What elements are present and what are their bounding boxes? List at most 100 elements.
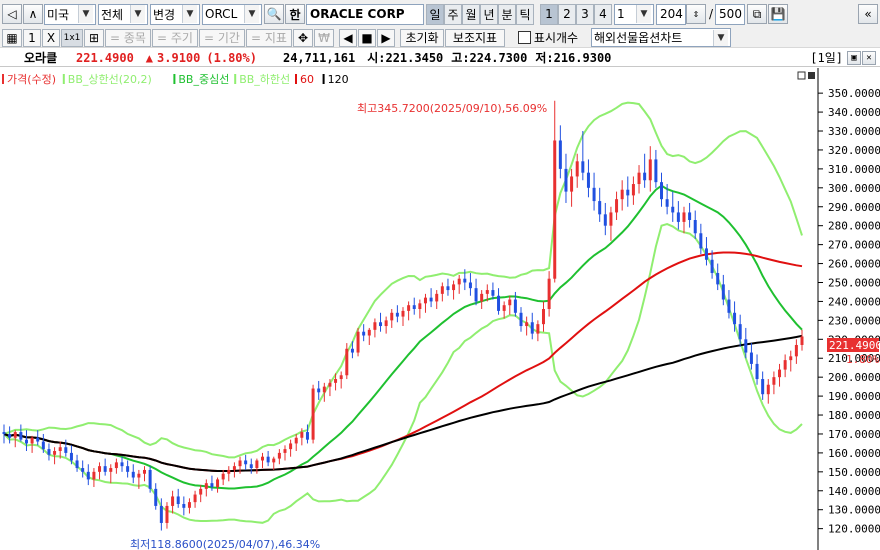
close-icon[interactable]: ✕ xyxy=(862,50,876,65)
candle-body xyxy=(221,473,225,480)
multi-2-button[interactable]: 2 xyxy=(558,3,576,25)
candle-body xyxy=(114,462,118,469)
change-select[interactable]: 변경 ▼ xyxy=(150,3,200,25)
candle-body xyxy=(716,273,720,285)
stop-icon[interactable]: ■ xyxy=(358,28,376,47)
candle-body xyxy=(789,356,793,361)
high-annotation: 최고345.7200(2025/09/10),56.09% xyxy=(357,102,547,115)
candle-body xyxy=(199,488,203,495)
candle-body xyxy=(154,488,158,506)
open-value: 221.3450 xyxy=(385,50,444,65)
up-arrow-icon[interactable]: ∧ xyxy=(23,4,43,24)
interval-select[interactable]: 1 ▼ xyxy=(614,3,654,25)
candle-body xyxy=(536,324,540,334)
overseas-chart-select[interactable]: 해외선물옵션차트 ▼ xyxy=(591,28,731,47)
price-change: 3.9100 xyxy=(157,50,201,65)
period-minute-tab[interactable]: 분 xyxy=(498,3,516,25)
legend-swatch xyxy=(234,74,237,84)
chevron-down-icon: ▼ xyxy=(636,5,651,23)
sync-period-button[interactable]: = 주기 xyxy=(152,28,198,47)
candle-body xyxy=(339,375,343,380)
candle-body xyxy=(261,456,265,461)
y-tick-label: 120.0000 xyxy=(828,523,880,536)
candle-body xyxy=(53,451,57,455)
indicators-button[interactable]: 보조지표 xyxy=(445,28,505,47)
currency-icon[interactable]: ₩ xyxy=(314,28,334,47)
low-value: 216.9300 xyxy=(553,50,612,65)
sync-range-button[interactable]: = 기간 xyxy=(199,28,245,47)
maximize-icon[interactable]: ▣ xyxy=(847,50,861,65)
count-input[interactable]: 204 xyxy=(656,3,686,25)
period-week-tab[interactable]: 주 xyxy=(444,3,462,25)
chevron-down-icon: ▼ xyxy=(78,5,93,23)
candle-body xyxy=(334,379,338,383)
next-icon[interactable]: ▶ xyxy=(377,28,395,47)
y-tick-label: 160.0000 xyxy=(828,447,880,460)
current-price: 221.4900 xyxy=(76,50,134,65)
candle-body xyxy=(513,299,517,313)
price-change-pct: (1.80%) xyxy=(206,50,257,65)
multi-3-button[interactable]: 3 xyxy=(576,3,594,25)
legend-label: BB_상한선(20,2) xyxy=(68,73,152,86)
candle-body xyxy=(676,212,680,222)
layout-x-button[interactable]: X xyxy=(42,28,60,47)
chart-close-icon[interactable] xyxy=(808,72,815,79)
candle-body xyxy=(637,172,641,185)
reset-button[interactable]: 초기화 xyxy=(400,28,444,47)
candle-body xyxy=(249,464,253,469)
candle-body xyxy=(581,161,585,173)
sync-indicator-button[interactable]: = 지표 xyxy=(246,28,292,47)
sync-item-button[interactable]: = 종목 xyxy=(105,28,151,47)
candle-body xyxy=(558,140,562,169)
table-icon[interactable]: ⊞ xyxy=(84,28,104,47)
y-tick-label: 290.0000 xyxy=(828,201,880,214)
search-icon[interactable]: 🔍 xyxy=(264,4,284,24)
y-tick-label: 350.0000 xyxy=(828,87,880,100)
multi-4-button[interactable]: 4 xyxy=(594,3,612,25)
save-icon[interactable]: 💾 xyxy=(768,4,789,24)
multi-1-button[interactable]: 1 xyxy=(540,3,558,25)
period-day-tab[interactable]: 일 xyxy=(426,3,444,25)
candle-body xyxy=(103,466,107,472)
y-tick-label: 310.0000 xyxy=(828,163,880,176)
ticker-input[interactable]: ORCL ▼ xyxy=(202,3,262,25)
candle-body xyxy=(733,312,737,325)
candle-body xyxy=(294,437,298,444)
candle-body xyxy=(547,278,551,309)
candle-body xyxy=(24,439,28,444)
candle-body xyxy=(182,504,186,508)
period-year-tab[interactable]: 년 xyxy=(480,3,498,25)
market-select[interactable]: 미국 ▼ xyxy=(44,3,96,25)
candle-body xyxy=(525,322,529,327)
grid-icon[interactable]: ▦ xyxy=(2,28,22,47)
collapse-icon[interactable]: « xyxy=(858,4,878,24)
count-spinner-icon[interactable]: ⇕ xyxy=(686,4,706,24)
chevron-down-icon: ▼ xyxy=(182,5,197,23)
back-icon[interactable]: ◁ xyxy=(2,4,22,24)
layout-1x1-button[interactable]: 1x1 xyxy=(61,28,83,47)
prev-icon[interactable]: ◀ xyxy=(339,28,357,47)
candle-body xyxy=(800,336,804,345)
layout-1-button[interactable]: 1 xyxy=(23,28,41,47)
y-tick-label: 190.0000 xyxy=(828,390,880,403)
display-count-toggle[interactable]: 표시개수 xyxy=(506,29,590,47)
move-icon[interactable]: ✥ xyxy=(293,28,313,47)
period-month-tab[interactable]: 월 xyxy=(462,3,480,25)
candle-body xyxy=(317,388,321,393)
candle-body xyxy=(36,437,40,442)
y-axis: 350.0000 340.0000 330.0000 320.0000 310.0000… xyxy=(818,87,880,536)
volume: 24,711,161 xyxy=(282,50,356,65)
price-chart[interactable]: 350.0000 340.0000 330.0000 320.0000 310.0000… xyxy=(0,68,880,550)
candle-body xyxy=(328,382,332,387)
new-window-icon[interactable]: ⧉ xyxy=(747,4,768,24)
candle-body xyxy=(440,286,444,294)
candle-body xyxy=(64,447,68,453)
current-price-tag: 221.4900 xyxy=(829,339,880,352)
y-tick-label: 170.0000 xyxy=(828,428,880,441)
candle-body xyxy=(502,305,506,311)
period-tick-tab[interactable]: 틱 xyxy=(516,3,534,25)
candle-body xyxy=(620,189,624,200)
scope-select[interactable]: 전체 ▼ xyxy=(98,3,148,25)
hangul-button[interactable]: 한 xyxy=(285,4,305,24)
price-info-bar: 오라클 221.4900 ▲ 3.9100 (1.80%) 24,711,161… xyxy=(0,49,880,67)
